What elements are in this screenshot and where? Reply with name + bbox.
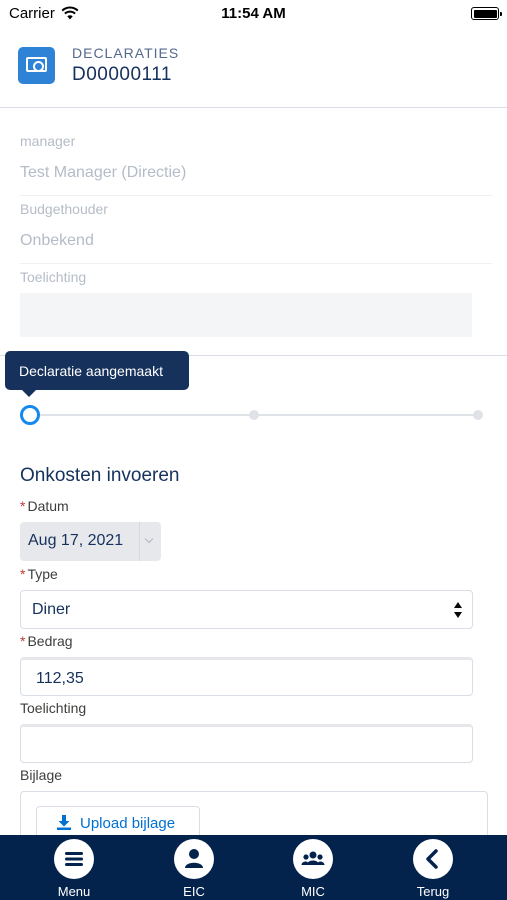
required-marker: * bbox=[20, 566, 26, 582]
toelichting-detail-label: Toelichting bbox=[20, 269, 87, 285]
nav-eic-button[interactable]: EIC bbox=[154, 835, 234, 900]
user-icon bbox=[174, 839, 214, 879]
divider bbox=[20, 263, 492, 264]
type-select[interactable]: Diner bbox=[20, 590, 473, 629]
object-type-label: DECLARATIES bbox=[72, 45, 180, 61]
chevron-down-icon bbox=[139, 522, 161, 561]
type-label: * Type bbox=[20, 566, 58, 582]
type-value: Diner bbox=[32, 601, 71, 618]
manager-label: manager bbox=[20, 133, 76, 149]
upload-bijlage-label: Upload bijlage bbox=[80, 815, 176, 832]
datum-label: * Datum bbox=[20, 498, 69, 514]
path-step-tooltip: Declaratie aangemaakt bbox=[5, 351, 189, 397]
nav-mic-button[interactable]: MIC bbox=[273, 835, 353, 900]
nav-terug-button[interactable]: Terug bbox=[393, 835, 473, 900]
download-icon bbox=[57, 815, 71, 830]
back-icon bbox=[413, 839, 453, 879]
nav-mic-label: MIC bbox=[301, 884, 325, 899]
bijlage-label: Bijlage bbox=[20, 767, 63, 783]
bottom-nav: Menu EIC MIC Terug bbox=[0, 835, 507, 900]
nav-menu-label: Menu bbox=[57, 884, 91, 899]
required-marker: * bbox=[20, 633, 26, 649]
status-bar: Carrier 11:54 AM bbox=[0, 0, 507, 26]
divider bbox=[20, 195, 492, 196]
datum-value: Aug 17, 2021 bbox=[28, 532, 124, 549]
money-icon bbox=[18, 47, 55, 84]
group-icon bbox=[293, 839, 333, 879]
bedrag-input[interactable]: 112,35 bbox=[20, 657, 473, 696]
battery-icon bbox=[471, 7, 502, 20]
path-step-current[interactable] bbox=[20, 405, 40, 425]
manager-value: Test Manager (Directie) bbox=[20, 164, 187, 181]
nav-eic-label: EIC bbox=[183, 884, 205, 899]
required-marker: * bbox=[20, 498, 26, 514]
path-step[interactable] bbox=[249, 410, 259, 420]
path-step[interactable] bbox=[473, 410, 483, 420]
datum-picker[interactable]: Aug 17, 2021 bbox=[20, 522, 161, 561]
budgethouder-value: Onbekend bbox=[20, 232, 94, 249]
bedrag-label: * Bedrag bbox=[20, 633, 73, 649]
budgethouder-label: Budgethouder bbox=[20, 201, 108, 217]
nav-menu-button[interactable]: Menu bbox=[34, 835, 114, 900]
toelichting-label: Toelichting bbox=[20, 700, 87, 716]
menu-icon bbox=[54, 839, 94, 879]
bedrag-value: 112,35 bbox=[36, 670, 84, 687]
toelichting-detail-value bbox=[20, 293, 472, 337]
toelichting-input[interactable] bbox=[20, 724, 473, 763]
clock: 11:54 AM bbox=[221, 5, 286, 22]
record-header: DECLARATIES D00000111 bbox=[0, 26, 507, 108]
nav-terug-label: Terug bbox=[416, 884, 450, 899]
section-title: Onkosten invoeren bbox=[20, 465, 180, 486]
select-arrows-icon bbox=[454, 599, 462, 621]
record-title: D00000111 bbox=[72, 64, 172, 85]
